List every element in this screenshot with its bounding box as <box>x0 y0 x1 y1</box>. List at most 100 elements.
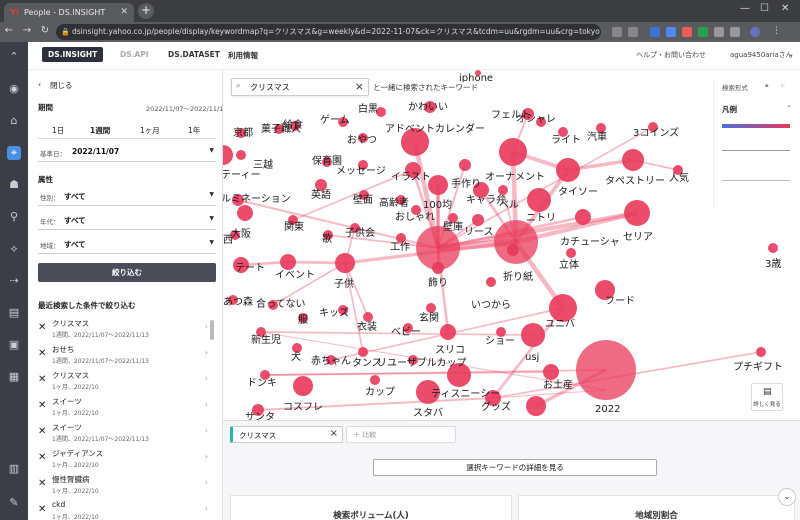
reload-icon[interactable]: ↻ <box>38 25 52 36</box>
keyword-label[interactable]: あつ森 <box>223 295 253 308</box>
keyword-node[interactable] <box>432 262 444 274</box>
keyword-label[interactable]: おしゃれ <box>395 211 435 223</box>
keyword-label[interactable]: 折り紙 <box>503 270 533 283</box>
keyword-label[interactable]: usj <box>525 352 539 363</box>
keyword-label[interactable]: 衣装 <box>357 320 377 333</box>
tab-1day[interactable]: 1日 <box>52 125 64 136</box>
keyword-label[interactable]: 服 <box>298 314 308 326</box>
keyword-label[interactable]: ゲーム <box>320 114 350 126</box>
keyword-node[interactable] <box>549 294 577 322</box>
keyword-label[interactable]: 京都 <box>233 126 253 139</box>
new-tab-icon[interactable]: + <box>138 3 154 19</box>
keyword-label[interactable]: タペストリー <box>605 175 665 187</box>
keyword-label[interactable]: 人気 <box>669 171 689 184</box>
keyword-search-box[interactable]: ⌕ クリスマス × <box>231 78 369 96</box>
extension-blue-icon[interactable] <box>666 27 676 37</box>
keyword-label[interactable]: リース <box>464 227 494 238</box>
keyword-label[interactable]: 手作り <box>451 177 481 190</box>
graph-mode-icon[interactable]: ⚭ <box>764 82 769 90</box>
keyword-node[interactable] <box>363 312 373 322</box>
nav-dsdataset[interactable]: DS.DATASET <box>168 50 220 59</box>
compare-input[interactable]: ＋ 比較 <box>346 426 456 443</box>
keyword-label[interactable]: 高齢者 <box>379 196 409 209</box>
keyword-node[interactable] <box>499 138 527 166</box>
profile-avatar-icon[interactable] <box>750 27 760 37</box>
user-menu[interactable]: agua9450ariaさん <box>730 50 793 60</box>
back-icon[interactable]: ← <box>2 25 16 36</box>
keyword-label[interactable]: アドベントカレンダー <box>385 122 485 135</box>
keyword-node[interactable] <box>576 340 636 400</box>
delete-history-icon[interactable]: ✕ <box>38 452 46 463</box>
delete-history-icon[interactable]: ✕ <box>38 348 46 359</box>
list-mode-icon[interactable]: ⁘ <box>780 82 785 90</box>
keyword-label[interactable]: 歌 <box>322 232 332 245</box>
history-item[interactable]: ✕ スイーツ 1週間、2022/11/07〜2022/11/13 › <box>38 420 208 448</box>
keyword-label[interactable]: 100均 <box>423 199 452 211</box>
keyword-label[interactable]: コスフレ <box>283 402 323 413</box>
delete-history-icon[interactable]: ✕ <box>38 322 46 333</box>
close-panel-link[interactable]: 閉じる <box>50 80 73 91</box>
keyword-label[interactable]: 大阪 <box>231 227 251 240</box>
base-date-select[interactable]: 基準日： 2022/11/07 ▼ <box>38 144 216 162</box>
keyword-label[interactable]: カチューシャ <box>560 236 620 248</box>
extensions-puzzle-icon[interactable] <box>714 27 724 37</box>
dataset-icon[interactable]: ▥ <box>7 462 21 476</box>
keyword-label[interactable]: ショー <box>485 336 515 347</box>
apply-filter-button[interactable]: 絞り込む <box>38 263 216 282</box>
tab-1month[interactable]: 1ヶ月 <box>140 125 160 136</box>
extension-red-icon[interactable] <box>682 27 692 37</box>
keyword-label[interactable]: 壁庫 <box>443 220 463 233</box>
keyword-node[interactable] <box>472 214 484 226</box>
chart-icon[interactable]: ▦ <box>7 370 21 384</box>
keyword-node[interactable] <box>236 150 246 160</box>
keyword-label[interactable]: 合ってない <box>256 297 306 310</box>
keyword-label[interactable]: テート <box>235 263 265 274</box>
share-icon[interactable] <box>612 27 622 37</box>
legend-collapse-icon[interactable]: ⌃ <box>786 104 791 112</box>
age-select[interactable]: 年代： すべて ▼ <box>38 212 216 230</box>
keyword-node[interactable] <box>335 253 355 273</box>
selected-keyword-tag[interactable]: クリスマス × <box>230 426 343 443</box>
keyword-node[interactable] <box>237 205 253 221</box>
history-item[interactable]: ✕ 慢性腎臓病 1ヶ月、2022/10 › <box>38 472 208 500</box>
keyword-label[interactable]: 壁面 <box>353 193 373 206</box>
keyword-label[interactable]: スタバ <box>413 407 443 419</box>
keyword-label[interactable]: テーィー <box>223 170 261 181</box>
report-icon[interactable]: ▣ <box>7 338 21 352</box>
keyword-node[interactable] <box>498 185 508 195</box>
keyword-node[interactable] <box>426 303 436 313</box>
keyword-label[interactable]: ベル <box>499 199 519 211</box>
keyword-node[interactable] <box>358 347 368 357</box>
keyword-node[interactable] <box>768 243 778 253</box>
people-search-icon[interactable]: ◉ <box>7 82 21 96</box>
nav-usage[interactable]: 利用情報 <box>228 50 258 61</box>
delete-history-icon[interactable]: ✕ <box>38 504 46 515</box>
keyword-label[interactable]: 白黒 <box>358 102 378 115</box>
keyword-label[interactable]: オシャレ <box>516 113 556 125</box>
keyword-label[interactable]: フード <box>605 296 635 307</box>
gender-select[interactable]: 性別： すべて ▼ <box>38 188 216 206</box>
keyword-label[interactable]: 立体 <box>559 258 579 271</box>
minimize-icon[interactable]: — <box>740 3 750 14</box>
keyword-node[interactable] <box>566 248 576 258</box>
trend-icon[interactable]: ⚲ <box>7 210 21 224</box>
address-bar[interactable]: 🔒 dsinsight.yahoo.co.jp/people/display/k… <box>56 24 601 40</box>
browser-tab[interactable]: Y! People - DS.INSIGHT ✕ <box>4 3 134 22</box>
keyword-node[interactable] <box>624 200 650 226</box>
keyword-label[interactable]: 赤ちゃん <box>311 355 351 367</box>
delete-history-icon[interactable]: ✕ <box>38 374 46 385</box>
forward-icon[interactable]: → <box>20 25 34 36</box>
keyword-label[interactable]: ライト <box>551 134 581 146</box>
keyword-node[interactable] <box>280 254 296 270</box>
keyword-label[interactable]: ルミネーション <box>223 193 291 205</box>
history-item[interactable]: ✕ おせち 1週間、2022/11/07〜2022/11/13 › <box>38 342 208 370</box>
keyword-label[interactable]: メッセージ <box>336 165 386 177</box>
keyword-label[interactable]: ユニバ <box>545 318 575 330</box>
keyword-label[interactable]: ティスニーシー <box>431 389 500 400</box>
scroll-down-chevron-icon[interactable]: ⌄ <box>778 488 796 506</box>
keyword-label[interactable]: いつから <box>471 299 511 311</box>
delete-history-icon[interactable]: ✕ <box>38 400 46 411</box>
keyword-node[interactable] <box>507 244 519 256</box>
keyword-label[interactable]: キッズ <box>319 306 349 319</box>
home-icon[interactable]: ⌂ <box>7 114 21 128</box>
